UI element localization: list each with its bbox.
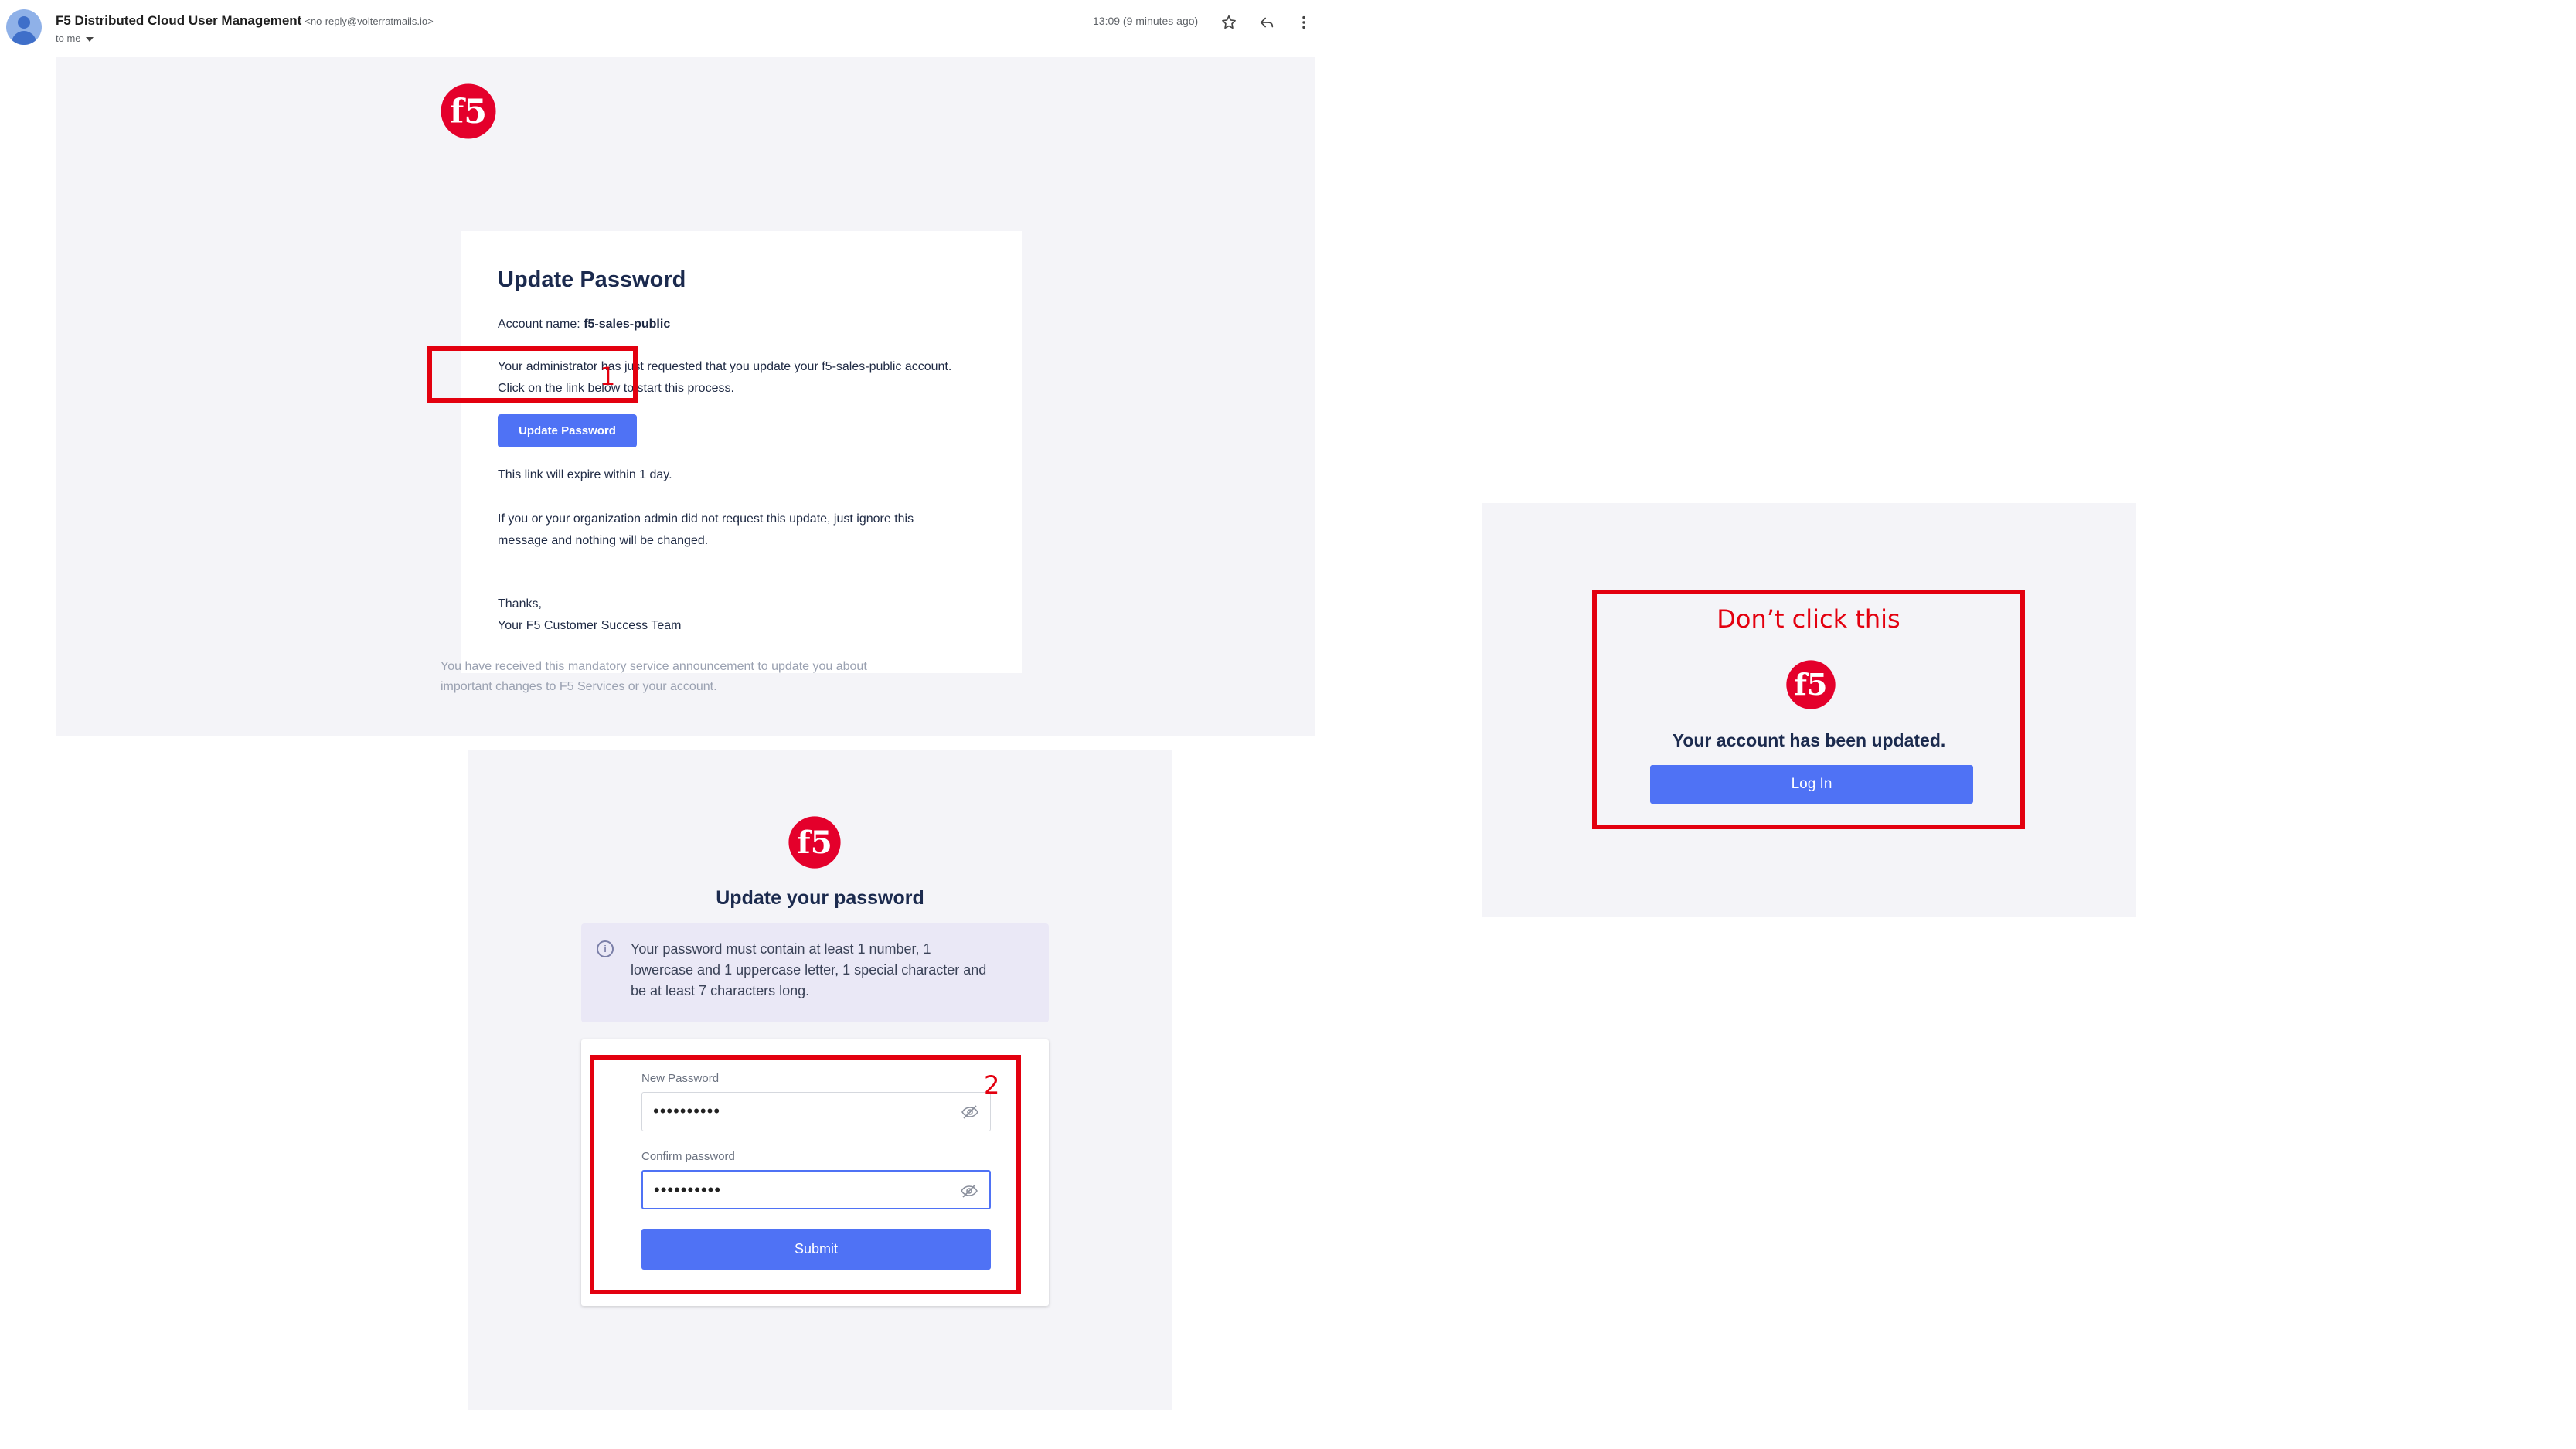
svg-text:f5: f5: [797, 824, 832, 861]
email-card: Update Password Account name: f5-sales-p…: [461, 231, 1022, 673]
annotation-warning-text: Don’t click this: [1717, 604, 1901, 634]
recipient-label: to me: [56, 32, 81, 44]
requirements-text: Your password must contain at least 1 nu…: [631, 939, 986, 1002]
svg-text:f5: f5: [450, 93, 487, 131]
sender-email: <no-reply@volterratmails.io>: [305, 15, 434, 27]
requirements-line-1: Your password must contain at least 1 nu…: [631, 941, 931, 957]
ignore-paragraph: If you or your organization admin did no…: [498, 509, 914, 552]
f5-logo: f5: [788, 816, 841, 869]
account-name-line: Account name: f5-sales-public: [498, 314, 670, 335]
f5-logo: f5: [441, 83, 496, 139]
more-vert-icon[interactable]: [1291, 9, 1317, 36]
email-footer-note: You have received this mandatory service…: [441, 657, 867, 697]
email-sender[interactable]: F5 Distributed Cloud User Management <no-…: [56, 13, 434, 29]
avatar-body: [12, 31, 36, 45]
footer-line-2: important changes to F5 Services or your…: [441, 680, 717, 693]
star-icon[interactable]: [1216, 9, 1242, 36]
sender-name: F5 Distributed Cloud User Management: [56, 13, 302, 28]
annotation-step-2: 2: [984, 1070, 1000, 1100]
account-label: Account name:: [498, 318, 580, 331]
annotation-box-2: [590, 1055, 1021, 1294]
reply-icon[interactable]: [1254, 9, 1280, 36]
expire-text: This link will expire within 1 day.: [498, 468, 672, 481]
email-body: f5 Update Password Account name: f5-sale…: [56, 57, 1315, 736]
sign-off: Thanks, Your F5 Customer Success Team: [498, 594, 681, 637]
info-icon: i: [597, 940, 614, 957]
annotation-step-1: 1: [600, 362, 616, 391]
card-title: Update Password: [498, 267, 686, 292]
recipient-dropdown[interactable]: to me: [56, 32, 94, 44]
sender-avatar[interactable]: [6, 9, 42, 45]
email-timestamp: 13:09 (9 minutes ago): [1093, 15, 1199, 27]
page-title: Update your password: [716, 887, 924, 909]
footer-line-1: You have received this mandatory service…: [441, 660, 867, 673]
password-requirements-notice: i Your password must contain at least 1 …: [581, 923, 1049, 1022]
requirements-line-3: be at least 7 characters long.: [631, 983, 810, 998]
account-name: f5-sales-public: [584, 318, 671, 331]
ignore-line-1: If you or your organization admin did no…: [498, 512, 914, 526]
update-password-button[interactable]: Update Password: [498, 414, 637, 447]
signature-text: Your F5 Customer Success Team: [498, 619, 682, 632]
avatar-head: [18, 16, 30, 29]
ignore-line-2: message and nothing will be changed.: [498, 534, 709, 547]
thanks-text: Thanks,: [498, 597, 542, 611]
requirements-line-2: lowercase and 1 uppercase letter, 1 spec…: [631, 962, 987, 978]
chevron-down-icon: [85, 36, 94, 42]
